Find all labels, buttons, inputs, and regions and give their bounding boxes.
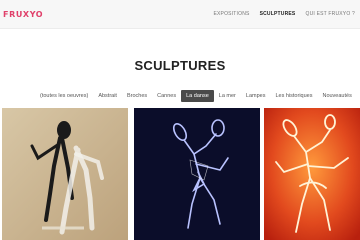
gallery-tile-dancer-beige[interactable] [2, 108, 128, 240]
sculpture-image [2, 108, 128, 240]
filter-bar: (toutes les oeuvres) Abstrait Broches Ca… [35, 90, 360, 102]
filter-la-mer[interactable]: La mer [214, 90, 241, 102]
top-bar: FRUXYO EXPOSITIONS SCULPTURES QUI EST FR… [0, 0, 360, 29]
nav-item-sculptures[interactable]: SCULPTURES [255, 11, 301, 17]
site-logo[interactable]: FRUXYO [3, 10, 43, 19]
filter-les-historiques[interactable]: Les historiques [270, 90, 317, 102]
gallery-tile-dancer-blue[interactable] [134, 108, 260, 240]
sculpture-image [134, 108, 260, 240]
filter-nouveautes[interactable]: Nouveautés [317, 90, 356, 102]
filter-lampes[interactable]: Lampes [241, 90, 271, 102]
filter-la-danse[interactable]: La danse [181, 90, 214, 102]
nav-item-expositions[interactable]: EXPOSITIONS [208, 11, 254, 17]
filter-all[interactable]: (toutes les oeuvres) [35, 90, 93, 102]
sculpture-image [264, 108, 360, 240]
sculpture-gallery [0, 108, 360, 240]
filter-cannes[interactable]: Cannes [152, 90, 181, 102]
page-title: SCULPTURES [134, 58, 226, 73]
filter-abstrait[interactable]: Abstrait [93, 90, 122, 102]
main-nav: EXPOSITIONS SCULPTURES QUI EST FRUXYO ? [208, 11, 360, 17]
gallery-tile-dancer-red[interactable] [264, 108, 360, 240]
nav-item-qui-est-fruxyo[interactable]: QUI EST FRUXYO ? [300, 11, 360, 17]
filter-broches[interactable]: Broches [122, 90, 152, 102]
